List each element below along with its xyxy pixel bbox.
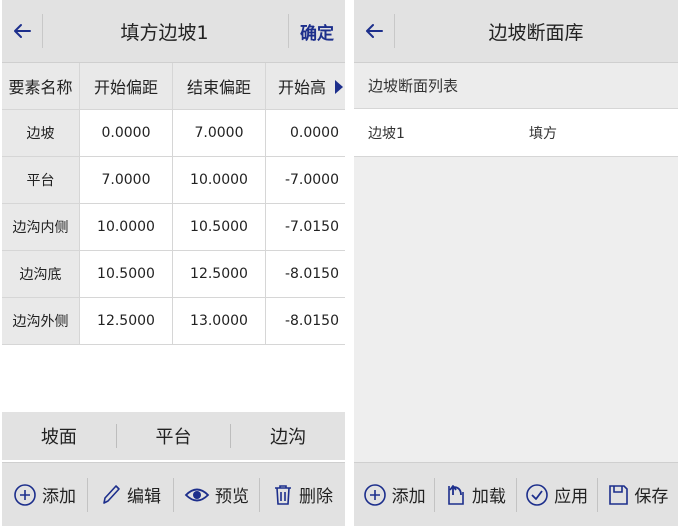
apply-button-label: 应用: [554, 487, 589, 507]
column-header-end-offset: 结束偏距: [173, 63, 266, 109]
add-circle-icon: [363, 483, 386, 506]
pencil-icon: [103, 484, 120, 504]
header-bar: 边坡断面库: [354, 0, 678, 63]
back-arrow-icon: [366, 24, 383, 38]
delete-button[interactable]: 删除: [259, 477, 345, 512]
preview-button[interactable]: 预览: [173, 477, 259, 512]
list-item[interactable]: 边坡1 填方: [354, 109, 678, 157]
back-button[interactable]: [354, 14, 395, 48]
table-cell: 7.0000: [173, 110, 266, 156]
table-cell: 边沟外侧: [2, 298, 80, 344]
list-header: 边坡断面列表: [354, 63, 678, 109]
save-icon: [609, 484, 629, 505]
page-title: 边坡断面库: [488, 21, 584, 44]
table-row[interactable]: 平台 7.0000 10.0000 -7.0000: [2, 157, 345, 204]
table-cell: -7.0150: [284, 219, 339, 235]
list-item-type: 填方: [529, 126, 557, 142]
load-button[interactable]: 加载: [434, 477, 515, 512]
column-header-start-height: 开始高: [266, 63, 345, 109]
table-cell: 12.5000: [173, 251, 266, 297]
table-cell: -7.0000: [284, 172, 339, 188]
eye-icon: [184, 488, 210, 501]
list-item-name: 边坡1: [368, 126, 405, 142]
preview-button-label: 预览: [215, 487, 249, 507]
table-cell: 边沟底: [2, 251, 80, 297]
tab-ditch[interactable]: 边沟: [230, 424, 345, 448]
add-circle-icon: [14, 483, 36, 506]
table-cell: 13.0000: [173, 298, 266, 344]
tab-slope-face[interactable]: 坡面: [2, 424, 116, 448]
delete-button-label: 删除: [299, 487, 333, 507]
add-button[interactable]: 添加: [354, 478, 434, 512]
page-title: 填方边坡1: [120, 21, 209, 44]
load-button-label: 加载: [471, 487, 506, 507]
table-cell: 7.0000: [80, 157, 173, 203]
check-circle-icon: [526, 483, 548, 506]
column-header-name: 要素名称: [2, 63, 80, 109]
trash-icon: [275, 484, 291, 505]
table-cell: 边沟内侧: [2, 204, 80, 250]
load-icon: [448, 484, 464, 505]
table-cell: 边坡: [2, 110, 80, 156]
element-table: 要素名称 开始偏距 结束偏距 开始高 边坡 0.0000 7.0000 0.00…: [2, 63, 345, 345]
table-cell: -8.0150: [284, 313, 339, 329]
slope-library-screen: 边坡断面库 边坡断面列表 边坡1 填方 添加 加载 应用 保存: [354, 0, 678, 526]
scroll-right-arrow-icon[interactable]: [335, 80, 343, 94]
edit-button-label: 编辑: [127, 487, 161, 507]
table-cell: 10.5000: [80, 251, 173, 297]
header-bar: 填方边坡1 确定: [2, 0, 345, 63]
bottom-toolbar: 添加 加载 应用 保存: [354, 462, 678, 526]
edit-button[interactable]: 编辑: [87, 477, 173, 512]
table-cell: 10.0000: [80, 204, 173, 250]
column-header-start-offset: 开始偏距: [80, 63, 173, 109]
table-cell: -8.0150: [284, 266, 339, 282]
table-cell: 平台: [2, 157, 80, 203]
segment-tabs: 坡面 平台 边沟: [2, 412, 345, 460]
save-button[interactable]: 保存: [596, 477, 678, 512]
bottom-toolbar: 添加 编辑 预览 删除: [2, 462, 345, 526]
table-cell: 10.5000: [173, 204, 266, 250]
apply-button[interactable]: 应用: [515, 477, 597, 512]
slope-edit-screen: 填方边坡1 确定 要素名称 开始偏距 结束偏距 开始高 边坡 0.0000 7.…: [2, 0, 345, 526]
add-button-label: 添加: [391, 487, 426, 507]
table-row[interactable]: 边沟外侧 12.5000 13.0000 -8.0150: [2, 298, 345, 345]
table-row[interactable]: 边沟内侧 10.0000 10.5000 -7.0150: [2, 204, 345, 251]
list-empty-area: [354, 157, 678, 462]
add-button-label: 添加: [42, 487, 76, 507]
back-arrow-icon: [14, 24, 31, 38]
table-cell: 10.0000: [173, 157, 266, 203]
add-button[interactable]: 添加: [2, 478, 87, 512]
table-row[interactable]: 边沟底 10.5000 12.5000 -8.0150: [2, 251, 345, 298]
table-cell: 12.5000: [80, 298, 173, 344]
table-header-row: 要素名称 开始偏距 结束偏距 开始高: [2, 63, 345, 110]
table-cell: 0.0000: [80, 110, 173, 156]
table-row[interactable]: 边坡 0.0000 7.0000 0.0000: [2, 110, 345, 157]
back-button[interactable]: [2, 14, 43, 48]
table-cell: 0.0000: [290, 125, 339, 141]
confirm-button[interactable]: 确定: [288, 14, 345, 48]
tab-platform[interactable]: 平台: [115, 424, 231, 448]
save-button-label: 保存: [634, 487, 669, 507]
